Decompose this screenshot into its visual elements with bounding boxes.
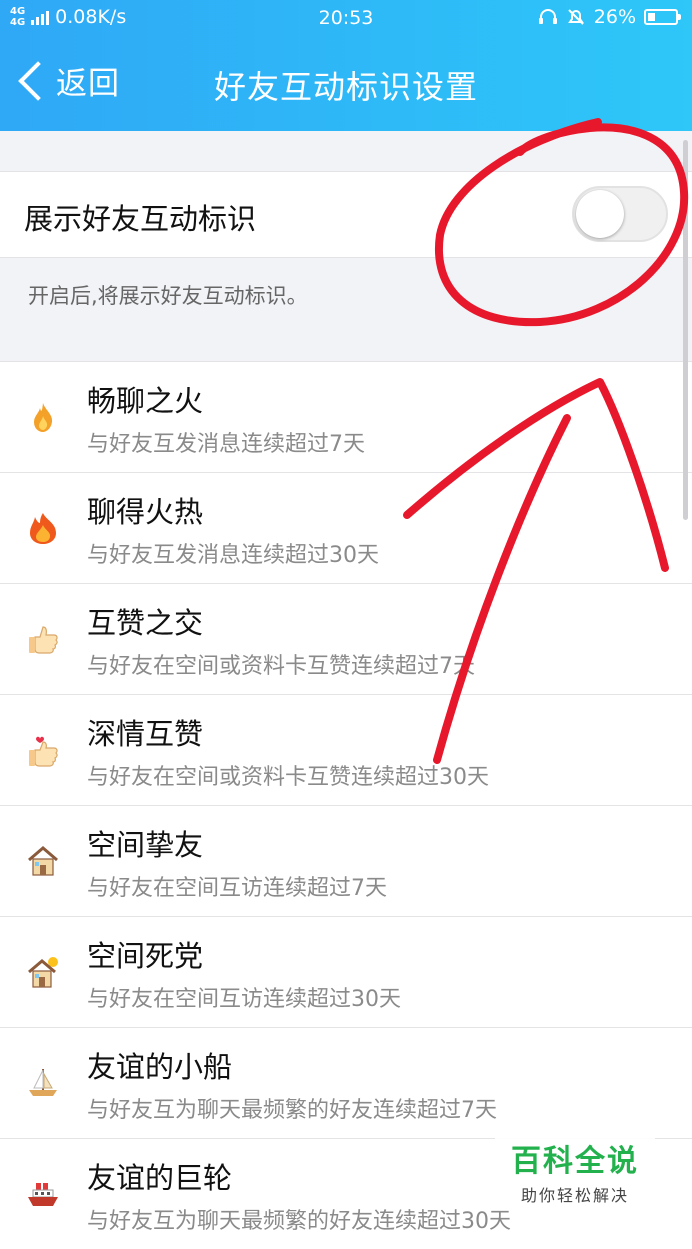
sailboat-icon (29, 1069, 57, 1096)
thumbs-up-icon (29, 626, 58, 654)
silent-bell-icon (567, 9, 584, 25)
toggle-knob (576, 190, 624, 238)
status-bar: 4G 4G 0.08K/s 20:53 26% (0, 0, 692, 38)
setting-hint: 开启后,将展示好友互动标识。 (28, 284, 308, 308)
thumbs-up-heart-icon (29, 736, 58, 767)
app-header: 4G 4G 0.08K/s 20:53 26% 返回 好友互动标识设置 (0, 0, 692, 131)
house-sun-icon (28, 957, 58, 988)
setting-hint-area: 开启后,将展示好友互动标识。 (0, 258, 692, 362)
setting-label: 展示好友互动标识 (24, 202, 257, 236)
watermark-title: 百科全说 (511, 1144, 639, 1179)
badge-desc: 与好友互发消息连续超过7天 (87, 432, 365, 457)
list-item: 聊得火热 与好友互发消息连续超过30天 (0, 473, 692, 583)
battery-icon (644, 9, 681, 25)
headset-icon (538, 9, 557, 24)
badge-title: 空间挚友 (87, 828, 204, 862)
ship-icon (28, 1183, 58, 1206)
badge-title: 空间死党 (87, 939, 204, 973)
badge-desc: 与好友在空间或资料卡互赞连续超过30天 (87, 765, 489, 790)
badge-desc: 与好友互为聊天最频繁的好友连续超过7天 (87, 1098, 497, 1123)
section-spacer (0, 131, 692, 172)
nav-bar: 返回 好友互动标识设置 (0, 38, 692, 131)
big-flame-icon (30, 513, 56, 544)
badge-desc: 与好友在空间互访连续超过30天 (87, 987, 401, 1012)
battery-percent: 26% (593, 6, 636, 28)
badge-title: 畅聊之火 (87, 384, 204, 418)
badge-desc: 与好友在空间互访连续超过7天 (87, 876, 387, 901)
list-item: 空间挚友 与好友在空间互访连续超过7天 (0, 806, 692, 916)
list-item: 畅聊之火 与好友互发消息连续超过7天 (0, 362, 692, 472)
list-item: 空间死党 与好友在空间互访连续超过30天 (0, 917, 692, 1027)
badge-desc: 与好友互发消息连续超过30天 (87, 543, 379, 568)
badge-desc: 与好友在空间或资料卡互赞连续超过7天 (87, 654, 475, 679)
badge-desc: 与好友互为聊天最频繁的好友连续超过30天 (87, 1209, 511, 1234)
scrollbar[interactable] (683, 140, 688, 520)
watermark: 百科全说 助你轻松解决 (495, 1130, 655, 1205)
badge-list: 畅聊之火 与好友互发消息连续超过7天 聊得火热 与好友互发消息连续超过30天 互… (0, 362, 692, 1249)
small-flame-icon (34, 403, 53, 432)
badge-title: 友谊的巨轮 (87, 1161, 233, 1195)
list-item: 友谊的小船 与好友互为聊天最频繁的好友连续超过7天 (0, 1028, 692, 1138)
list-item: 互赞之交 与好友在空间或资料卡互赞连续超过7天 (0, 584, 692, 694)
status-right: 26% (538, 6, 681, 28)
badge-title: 友谊的小船 (87, 1050, 233, 1084)
page-title: 好友互动标识设置 (213, 68, 478, 106)
watermark-subtitle: 助你轻松解决 (520, 1186, 629, 1205)
badge-title: 互赞之交 (87, 606, 204, 640)
list-item: 深情互赞 与好友在空间或资料卡互赞连续超过30天 (0, 695, 692, 805)
show-interaction-badge-toggle[interactable] (572, 186, 668, 242)
badge-title: 深情互赞 (87, 717, 204, 751)
badge-title: 聊得火热 (87, 495, 204, 529)
house-icon (28, 846, 58, 876)
